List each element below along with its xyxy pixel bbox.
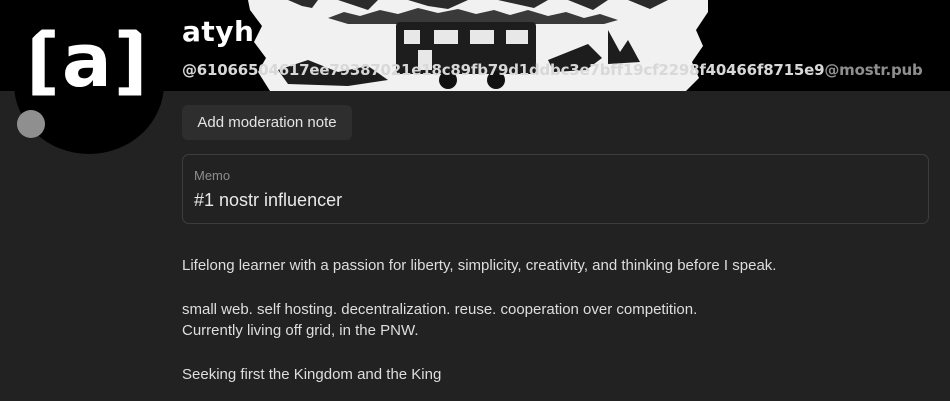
memo-value[interactable]: #1 nostr influencer (194, 190, 342, 211)
memo-label: Memo (194, 168, 231, 183)
nip05-domain: @mostr.pub (824, 61, 923, 79)
add-moderation-note-button[interactable]: Add moderation note (182, 105, 352, 140)
bio-line: Seeking first the Kingdom and the King (182, 365, 442, 383)
profile-bio: Lifelong learner with a passion for libe… (182, 255, 776, 385)
bio-line: small web. self hosting. decentralizatio… (182, 300, 698, 318)
bio-line: Currently living off grid, in the PNW. (182, 322, 419, 339)
nip05-identifier[interactable]: @61066504617ee79387021e18c89fb79d1ddbc3e… (182, 61, 923, 79)
memo-field[interactable]: Memo #1 nostr influencer (182, 154, 929, 224)
status-indicator (17, 110, 45, 138)
display-name: atyh (182, 15, 255, 48)
nip05-user: @61066504617ee79387021e18c89fb79d1ddbc3e… (182, 61, 825, 79)
bio-line: Lifelong learner with a passion for libe… (182, 257, 777, 274)
avatar-text: [a] (26, 18, 150, 104)
